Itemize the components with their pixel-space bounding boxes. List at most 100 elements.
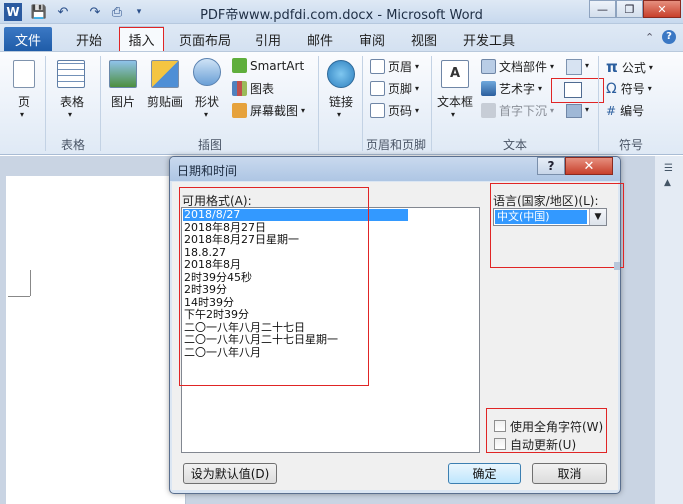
shapes-icon <box>193 58 221 86</box>
number-label: 编号 <box>620 104 645 118</box>
tab-developer[interactable]: 开发工具 <box>456 28 522 50</box>
group-separator <box>45 56 46 151</box>
picture-icon <box>109 60 137 88</box>
group-label-illustrations: 插图 <box>197 138 222 152</box>
clipart-button[interactable]: 剪贴画 <box>144 93 186 110</box>
document-page[interactable] <box>6 176 186 504</box>
pages-button[interactable]: 页 <box>8 93 40 110</box>
chart-button[interactable]: 图表 <box>232 80 274 97</box>
table-icon <box>57 60 85 88</box>
smartart-button[interactable]: SmartArt <box>232 58 304 73</box>
equation-label: 公式 <box>621 60 646 75</box>
group-label-text: 文本 <box>502 138 527 152</box>
minimize-button[interactable]: — <box>589 0 616 18</box>
dialog-scroll-thumb[interactable] <box>614 262 620 270</box>
annotation-box-language <box>490 183 624 268</box>
group-separator <box>598 56 599 151</box>
wordart-label: 艺术字 <box>499 82 536 96</box>
page-number-icon <box>370 103 385 118</box>
signature-dropdown-icon[interactable]: ▾ <box>585 61 589 70</box>
shapes-dropdown-icon[interactable]: ▾ <box>204 110 208 119</box>
symbol-button[interactable]: Ω 符号 ▾ <box>606 80 652 97</box>
equation-button[interactable]: π 公式 ▾ <box>606 58 653 76</box>
ok-button[interactable]: 确定 <box>448 463 521 484</box>
links-icon <box>327 60 355 88</box>
scroll-up-icon[interactable]: ▲ <box>664 178 671 188</box>
wordart-icon <box>481 81 496 96</box>
textbox-dropdown-icon[interactable]: ▾ <box>451 110 455 119</box>
screenshot-icon <box>232 103 247 118</box>
group-separator <box>100 56 101 151</box>
omega-icon: Ω <box>606 80 617 97</box>
equation-dropdown-icon: ▾ <box>648 62 653 72</box>
page-number-label: 页码 <box>388 104 413 118</box>
links-button[interactable]: 链接 <box>324 93 358 110</box>
dropcap-icon <box>481 103 496 118</box>
dropcap-button[interactable]: 首字下沉 ▾ <box>481 102 554 119</box>
smartart-icon <box>232 58 247 73</box>
quickparts-dropdown-icon: ▾ <box>550 62 555 71</box>
number-icon: # <box>606 103 617 118</box>
page-corner-mark <box>8 296 30 297</box>
dialog-help-button[interactable]: ? <box>537 157 565 175</box>
footer-button[interactable]: 页脚 ▾ <box>370 80 419 97</box>
dropcap-label: 首字下沉 <box>499 104 548 118</box>
pages-icon <box>13 60 35 88</box>
tab-view[interactable]: 视图 <box>402 28 446 50</box>
textbox-icon: A <box>441 60 469 88</box>
tab-home[interactable]: 开始 <box>66 28 112 50</box>
dialog-close-button[interactable]: ✕ <box>565 157 613 175</box>
help-icon[interactable]: ? <box>662 30 676 44</box>
links-dropdown-icon[interactable]: ▾ <box>337 110 341 119</box>
number-button[interactable]: # 编号 <box>606 102 644 119</box>
group-label-tables: 表格 <box>60 138 85 152</box>
signature-line-icon[interactable] <box>566 59 582 75</box>
pages-dropdown-icon[interactable]: ▾ <box>20 110 24 119</box>
screenshot-label: 屏幕截图 <box>250 104 299 118</box>
tab-references[interactable]: 引用 <box>246 28 290 50</box>
annotation-box-date-time <box>551 78 604 103</box>
shapes-button[interactable]: 形状 <box>190 93 224 110</box>
restore-icon: ❐ <box>624 2 635 16</box>
cancel-button[interactable]: 取消 <box>532 463 607 484</box>
footer-dropdown-icon: ▾ <box>415 84 420 93</box>
picture-button[interactable]: 图片 <box>104 93 142 110</box>
wordart-dropdown-icon: ▾ <box>538 84 543 93</box>
tab-page-layout[interactable]: 页面布局 <box>174 28 236 50</box>
page-number-dropdown-icon: ▾ <box>415 106 420 115</box>
minimize-ribbon-icon[interactable]: ⌃ <box>645 31 654 44</box>
pi-icon: π <box>606 58 618 76</box>
quickparts-icon <box>481 59 496 74</box>
table-button[interactable]: 表格 <box>52 93 92 110</box>
minimize-icon: — <box>597 2 608 16</box>
dialog-title: 日期和时间 <box>177 164 238 178</box>
ruler-toggle-icon[interactable]: ☰ <box>664 163 673 174</box>
quickparts-button[interactable]: 文档部件 ▾ <box>481 58 554 75</box>
clipart-icon <box>151 60 179 88</box>
tab-review[interactable]: 审阅 <box>350 28 394 50</box>
object-dropdown-icon[interactable]: ▾ <box>585 105 589 114</box>
table-dropdown-icon[interactable]: ▾ <box>68 110 72 119</box>
close-button[interactable]: ✕ <box>643 0 681 18</box>
page-number-button[interactable]: 页码 ▾ <box>370 102 419 119</box>
restore-button[interactable]: ❐ <box>616 0 643 18</box>
window-title: PDF帝www.pdfdi.com.docx - Microsoft Word <box>200 8 483 23</box>
screenshot-button[interactable]: 屏幕截图 ▾ <box>232 102 305 119</box>
wordart-button[interactable]: 艺术字 ▾ <box>481 80 542 97</box>
set-default-button[interactable]: 设为默认值(D) <box>183 463 277 484</box>
header-button[interactable]: 页眉 ▾ <box>370 58 419 75</box>
annotation-box-formats <box>179 187 369 386</box>
footer-icon <box>370 81 385 96</box>
chart-label: 图表 <box>250 82 275 96</box>
close-icon: ✕ <box>583 158 595 174</box>
group-separator <box>318 56 319 151</box>
textbox-button[interactable]: 文本框 <box>434 93 476 110</box>
group-separator <box>431 56 432 151</box>
close-icon: ✕ <box>657 2 667 16</box>
tab-mailings[interactable]: 邮件 <box>298 28 342 50</box>
vertical-scrollbar[interactable] <box>655 156 683 504</box>
smartart-label: SmartArt <box>250 58 305 73</box>
symbol-dropdown-icon: ▾ <box>647 84 652 93</box>
tab-file[interactable]: 文件 <box>4 27 52 51</box>
object-icon[interactable] <box>566 104 582 118</box>
